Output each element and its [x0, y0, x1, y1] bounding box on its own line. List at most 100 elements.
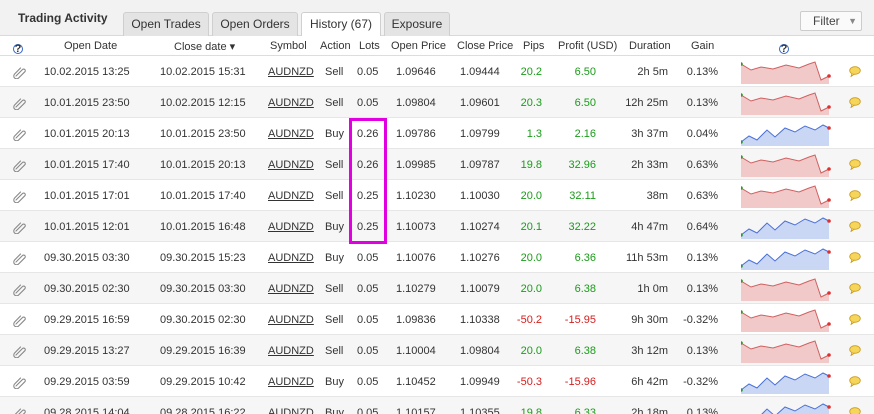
- paperclip-icon[interactable]: [13, 251, 27, 266]
- duration-cell: 2h 33m: [631, 159, 668, 171]
- duration-cell: 6h 42m: [631, 376, 668, 388]
- duration-cell: 3h 37m: [631, 128, 668, 140]
- table-row[interactable]: 10.01.2015 17:01 10.01.2015 17:40 AUDNZD Se…: [0, 180, 874, 211]
- symbol-link[interactable]: AUDNZD: [268, 128, 314, 140]
- table-row[interactable]: 09.29.2015 13:27 09.29.2015 16:39 AUDNZD Se…: [0, 335, 874, 366]
- comment-icon[interactable]: [849, 345, 861, 357]
- symbol-link[interactable]: AUDNZD: [268, 345, 314, 357]
- col-lots[interactable]: Lots: [359, 40, 380, 52]
- comment-icon[interactable]: [849, 252, 861, 264]
- table-row[interactable]: 10.01.2015 20:13 10.01.2015 23:50 AUDNZD Bu…: [0, 118, 874, 149]
- symbol-link[interactable]: AUDNZD: [268, 283, 314, 295]
- col-close-price[interactable]: Close Price: [457, 40, 513, 52]
- symbol-link[interactable]: AUDNZD: [268, 314, 314, 326]
- col-gain[interactable]: Gain: [691, 40, 714, 52]
- symbol-link[interactable]: AUDNZD: [268, 407, 314, 414]
- paperclip-icon[interactable]: [13, 220, 27, 235]
- col-open-price[interactable]: Open Price: [391, 40, 446, 52]
- paperclip-icon[interactable]: [13, 127, 27, 142]
- col-profit[interactable]: Profit (USD): [558, 40, 617, 52]
- col-duration[interactable]: Duration: [629, 40, 671, 52]
- lots-cell: 0.05: [357, 407, 379, 414]
- comment-icon[interactable]: [849, 159, 861, 171]
- action-cell: Sell: [325, 159, 344, 171]
- comment-icon[interactable]: [849, 283, 861, 295]
- symbol-link[interactable]: AUDNZD: [268, 221, 314, 233]
- comment-icon[interactable]: [849, 407, 861, 414]
- open-date-cell: 10.01.2015 12:01: [44, 221, 130, 233]
- filter-button[interactable]: Filter ▼: [800, 11, 862, 31]
- symbol-link[interactable]: AUDNZD: [268, 190, 314, 202]
- close-date-cell: 10.02.2015 12:15: [160, 97, 246, 109]
- duration-cell: 2h 5m: [637, 66, 668, 78]
- symbol-link[interactable]: AUDNZD: [268, 376, 314, 388]
- col-pips[interactable]: Pips: [523, 40, 544, 52]
- table-row[interactable]: 09.29.2015 03:59 09.29.2015 10:42 AUDNZD Bu…: [0, 366, 874, 397]
- trade-sparkline: [741, 217, 831, 239]
- table-row[interactable]: 09.30.2015 03:30 09.30.2015 15:23 AUDNZD Bu…: [0, 242, 874, 273]
- symbol-link[interactable]: AUDNZD: [268, 159, 314, 171]
- tab-open-trades[interactable]: Open Trades: [123, 12, 209, 36]
- comment-icon[interactable]: [849, 66, 861, 78]
- gain-cell: 0.63%: [686, 190, 718, 202]
- symbol-link[interactable]: AUDNZD: [268, 97, 314, 109]
- open-date-cell: 09.29.2015 16:59: [44, 314, 130, 326]
- trade-sparkline: [741, 278, 831, 301]
- paperclip-icon[interactable]: [13, 158, 27, 173]
- table-row[interactable]: 10.01.2015 23:50 10.02.2015 12:15 AUDNZD Se…: [0, 87, 874, 118]
- comment-icon[interactable]: [849, 97, 861, 109]
- paperclip-icon[interactable]: [13, 282, 27, 297]
- duration-cell: 2h 18m: [631, 407, 668, 414]
- comment-icon[interactable]: [849, 314, 861, 326]
- lots-cell: 0.05: [357, 376, 379, 388]
- action-cell: Sell: [325, 66, 344, 78]
- symbol-link[interactable]: AUDNZD: [268, 66, 314, 78]
- duration-cell: 9h 30m: [631, 314, 668, 326]
- comment-icon[interactable]: [849, 190, 861, 202]
- symbol-link[interactable]: AUDNZD: [268, 252, 314, 264]
- tab-open-orders[interactable]: Open Orders: [212, 12, 298, 36]
- paperclip-icon[interactable]: [13, 375, 27, 390]
- open-date-cell: 09.30.2015 02:30: [44, 283, 130, 295]
- trade-sparkline: [741, 248, 831, 270]
- close-price-cell: 1.10274: [460, 221, 500, 233]
- table-row[interactable]: 09.30.2015 02:30 09.30.2015 03:30 AUDNZD Se…: [0, 273, 874, 304]
- pips-cell: 20.0: [520, 283, 542, 295]
- table-row[interactable]: 09.29.2015 16:59 09.30.2015 02:30 AUDNZD Se…: [0, 304, 874, 335]
- table-row[interactable]: 10.02.2015 13:25 10.02.2015 15:31 AUDNZD Se…: [0, 56, 874, 87]
- paperclip-icon[interactable]: [13, 96, 27, 111]
- trade-sparkline: [741, 372, 831, 394]
- comment-icon[interactable]: [849, 376, 861, 388]
- tab-exposure[interactable]: Exposure: [384, 12, 450, 36]
- close-price-cell: 1.09601: [460, 97, 500, 109]
- tab-history[interactable]: History (67): [301, 12, 381, 37]
- gain-cell: 0.63%: [686, 159, 718, 171]
- lots-cell: 0.05: [357, 252, 379, 264]
- lots-cell: 0.05: [357, 283, 379, 295]
- paperclip-icon[interactable]: [13, 313, 27, 328]
- paperclip-icon[interactable]: [13, 65, 27, 80]
- close-date-cell: 09.30.2015 03:30: [160, 283, 246, 295]
- lots-cell: 0.05: [357, 314, 379, 326]
- table-row[interactable]: 10.01.2015 17:40 10.01.2015 20:13 AUDNZD Se…: [0, 149, 874, 180]
- paperclip-icon[interactable]: [13, 406, 27, 414]
- page-title: Trading Activity: [18, 11, 108, 25]
- col-open-date[interactable]: Open Date: [64, 40, 117, 52]
- gain-cell: 0.04%: [686, 128, 718, 140]
- col-action[interactable]: Action: [320, 40, 351, 52]
- paperclip-icon[interactable]: [13, 344, 27, 359]
- table-row[interactable]: 09.28.2015 14:04 09.28.2015 16:22 AUDNZD Bu…: [0, 397, 874, 414]
- pips-cell: 19.8: [520, 407, 542, 414]
- col-symbol[interactable]: Symbol: [270, 40, 307, 52]
- action-cell: Sell: [325, 190, 344, 202]
- comment-icon[interactable]: [849, 221, 861, 233]
- lots-cell: 0.05: [357, 345, 379, 357]
- pips-cell: 20.1: [520, 221, 542, 233]
- profit-cell: 32.11: [569, 190, 596, 202]
- paperclip-icon[interactable]: [13, 189, 27, 204]
- col-close-date[interactable]: Close date ▾: [174, 40, 235, 53]
- trade-sparkline: [761, 403, 831, 414]
- table-row[interactable]: 10.01.2015 12:01 10.01.2015 16:48 AUDNZD Bu…: [0, 211, 874, 242]
- pips-cell: 20.3: [520, 97, 542, 109]
- open-price-cell: 1.10157: [396, 407, 436, 414]
